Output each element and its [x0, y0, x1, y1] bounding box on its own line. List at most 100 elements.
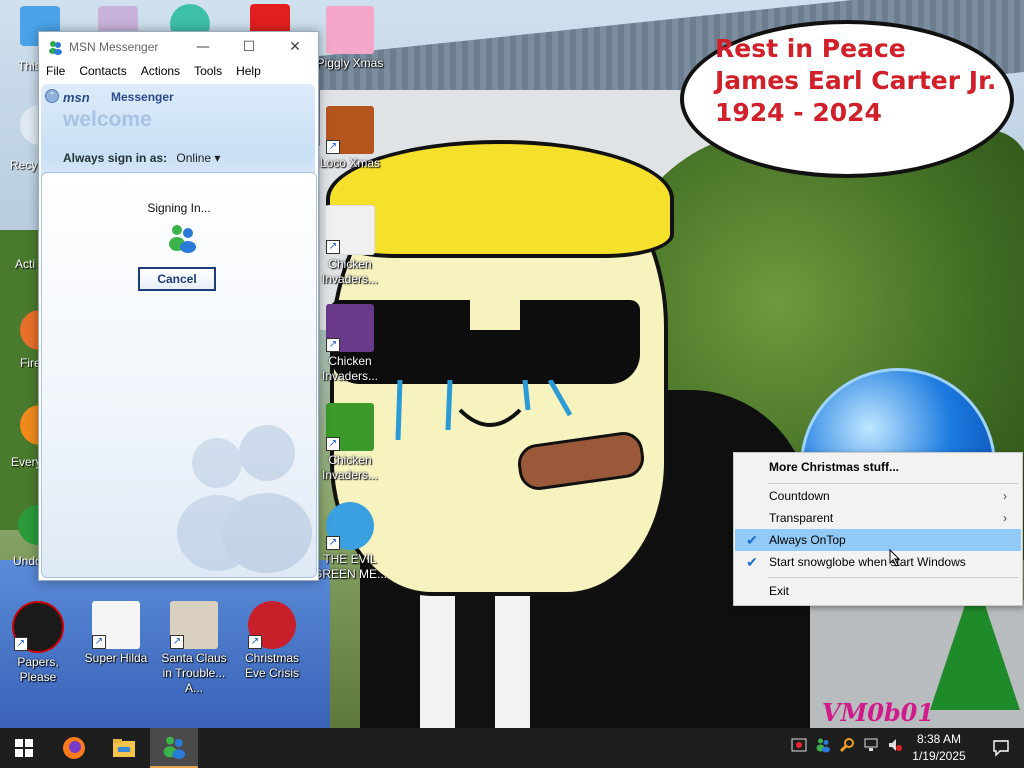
shortcut-arrow-icon: ↗ — [326, 338, 340, 352]
shortcut-arrow-icon: ↗ — [170, 635, 184, 649]
menu-separator — [768, 577, 1018, 578]
windows-start-icon — [15, 739, 33, 757]
notification-icon — [993, 740, 1009, 757]
status-dropdown[interactable]: Online ▾ — [176, 151, 220, 165]
menu-item-exit[interactable]: Exit — [735, 580, 1021, 602]
desktop-icon-chicken-invaders-3[interactable]: ↗ Chicken Invaders... — [312, 403, 388, 483]
file-explorer-icon — [113, 739, 135, 757]
desktop-icon-label: Santa Claus in Trouble... A... — [161, 651, 227, 695]
desktop-icon-label: Papers, Please — [17, 655, 59, 684]
menu-item-always-ontop[interactable]: ✔ Always OnTop — [735, 529, 1021, 551]
collapse-icon[interactable]: ⌃ — [45, 89, 59, 103]
msn-signin-panel: Signing In... Cancel — [41, 172, 317, 578]
taskbar-clock[interactable]: 8:38 AM 1/19/2025 — [905, 731, 973, 765]
teddy-bear-icon: ↗ — [326, 106, 374, 154]
msn-messenger-icon — [49, 41, 62, 55]
msn-buddy-icon: ↗ — [326, 502, 374, 550]
desktop-icon-super-hilda[interactable]: ↗ Super Hilda — [78, 601, 154, 666]
desktop-icon-label: Loco Xmas — [319, 156, 381, 170]
maximize-button[interactable]: ☐ — [226, 32, 272, 62]
hilda-icon: ↗ — [92, 601, 140, 649]
desktop-icon-label: THE EVIL GREEN ME... — [312, 552, 387, 581]
menu-file[interactable]: File — [39, 62, 72, 82]
close-icon: ✕ — [289, 39, 301, 55]
menu-actions[interactable]: Actions — [134, 62, 187, 82]
desktop-icon-label: Christmas Eve Crisis — [244, 651, 299, 680]
msn-tray-icon[interactable] — [814, 736, 832, 754]
desktop-icon-chicken-invaders-1[interactable]: ↗ Chicken Invaders... — [312, 205, 388, 287]
menu-item-more-christmas-stuff[interactable]: More Christmas stuff... — [735, 456, 1021, 478]
shortcut-arrow-icon: ↗ — [326, 536, 340, 550]
chicken-icon: ↗ — [325, 205, 375, 255]
papers-please-icon: ↗ — [12, 601, 64, 653]
speech-bubble-text: Rest in Peace James Earl Carter Jr. 1924 -… — [715, 33, 1005, 129]
clock-time: 8:38 AM — [916, 732, 962, 746]
menu-item-countdown[interactable]: Countdown › — [735, 485, 1021, 507]
bubble-line-3: 1924 - 2024 — [715, 98, 882, 127]
security-icon[interactable] — [790, 736, 808, 754]
msn-logo-subtitle: Messenger — [111, 90, 174, 104]
minimize-button[interactable]: — — [180, 32, 226, 62]
chevron-right-icon: › — [1003, 511, 1007, 525]
chicken-icon: ↗ — [326, 403, 374, 451]
sign-in-label: Always sign in as: — [63, 151, 168, 165]
desktop-icon-loco-xmas[interactable]: ↗ Loco Xmas — [312, 106, 388, 171]
desktop-icon-chicken-invaders-2[interactable]: ↗ Chicken Invaders... — [312, 304, 388, 384]
msn-messenger-icon — [163, 736, 186, 759]
maximize-icon: ☐ — [242, 39, 256, 55]
cartoon-tie — [455, 585, 495, 728]
menu-item-label: Exit — [769, 584, 790, 598]
msn-buddy-icon — [169, 225, 196, 253]
check-icon: ✔ — [746, 553, 758, 570]
check-icon: ✔ — [746, 531, 758, 548]
search-tray-icon[interactable] — [838, 736, 856, 754]
taskbar-msn-messenger[interactable] — [150, 728, 198, 768]
network-icon[interactable] — [862, 736, 880, 754]
shortcut-arrow-icon: ↗ — [92, 635, 106, 649]
menu-tools[interactable]: Tools — [187, 62, 229, 82]
desktop-icon-papers-please[interactable]: ↗ Papers, Please — [0, 601, 76, 685]
desktop-icon-christmas-eve-crisis[interactable]: ↗ Christmas Eve Crisis — [234, 601, 310, 681]
close-button[interactable]: ✕ — [272, 32, 318, 62]
menu-item-transparent[interactable]: Transparent › — [735, 507, 1021, 529]
bubble-line-2: James Earl Carter Jr. — [715, 66, 997, 95]
desktop-icon-piggly-xmas[interactable]: Piggly Xmas — [312, 6, 388, 71]
shortcut-arrow-icon: ↗ — [326, 240, 340, 254]
msn-watermark-icon — [177, 425, 312, 573]
snowglobe-context-menu: More Christmas stuff... Countdown › Tran… — [733, 452, 1023, 606]
shortcut-arrow-icon: ↗ — [326, 437, 340, 451]
shortcut-arrow-icon: ↗ — [326, 140, 340, 154]
cartoon-glasses-bridge — [470, 300, 520, 330]
shortcut-arrow-icon: ↗ — [14, 637, 28, 651]
taskbar-firefox[interactable] — [50, 728, 98, 768]
mouse-cursor-icon — [889, 549, 901, 567]
desktop-icon-evil-green-me[interactable]: ↗ THE EVIL GREEN ME... — [312, 502, 388, 582]
menu-item-label: More Christmas stuff... — [769, 460, 900, 474]
menu-help[interactable]: Help — [229, 62, 268, 82]
volume-muted-icon[interactable] — [886, 736, 904, 754]
firefox-icon — [63, 737, 85, 759]
menu-item-start-snowglobe[interactable]: ✔ Start snowglobe when start Windows — [735, 551, 1021, 573]
santa-icon: ↗ — [248, 601, 296, 649]
desktop-icon-santa-claus-in-trouble[interactable]: ↗ Santa Claus in Trouble... A... — [156, 601, 232, 696]
msn-messenger-window[interactable]: MSN Messenger — ☐ ✕ File Contacts Action… — [38, 31, 319, 581]
title-bar[interactable]: MSN Messenger — ☐ ✕ — [39, 32, 318, 62]
taskbar-file-explorer[interactable] — [100, 728, 148, 768]
pig-icon — [326, 6, 374, 54]
chevron-right-icon: › — [1003, 489, 1007, 503]
signing-in-text: Signing In... — [147, 201, 211, 215]
start-button[interactable] — [0, 728, 48, 768]
chicken-icon: ↗ — [326, 304, 374, 352]
desktop-icon-label[interactable]: Acti — [15, 257, 35, 271]
menu-contacts[interactable]: Contacts — [72, 62, 133, 82]
santa-icon: ↗ — [170, 601, 218, 649]
menu-item-label: Transparent — [769, 511, 834, 525]
menu-item-label: Always OnTop — [769, 533, 846, 547]
cancel-button[interactable]: Cancel — [138, 267, 216, 291]
desktop-icon-label: Super Hilda — [84, 651, 148, 665]
notifications-button[interactable] — [978, 728, 1024, 768]
sign-in-status-row: Always sign in as: Online ▾ — [63, 151, 220, 165]
menu-item-label: Countdown — [769, 489, 830, 503]
clock-date: 1/19/2025 — [912, 749, 966, 763]
msn-logo: msn — [63, 90, 90, 105]
